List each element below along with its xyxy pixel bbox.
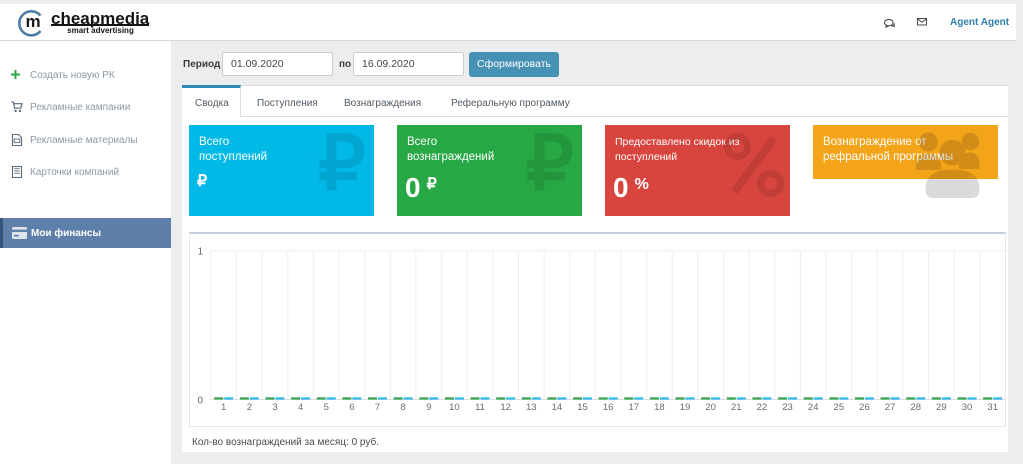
- svg-text:25: 25: [834, 402, 845, 413]
- svg-text:21: 21: [731, 402, 742, 413]
- svg-text:7: 7: [375, 402, 380, 413]
- svg-text:5: 5: [324, 402, 329, 413]
- svg-text:10: 10: [449, 402, 460, 413]
- svg-text:30: 30: [962, 402, 973, 413]
- svg-text:20: 20: [705, 402, 716, 413]
- svg-text:26: 26: [859, 402, 870, 413]
- svg-text:3: 3: [272, 402, 277, 413]
- svg-text:24: 24: [808, 402, 819, 413]
- svg-text:4: 4: [298, 402, 303, 413]
- svg-text:29: 29: [936, 402, 947, 413]
- svg-text:14: 14: [552, 402, 563, 413]
- svg-text:15: 15: [577, 402, 588, 413]
- svg-text:17: 17: [629, 402, 640, 413]
- svg-text:8: 8: [400, 402, 405, 413]
- svg-text:19: 19: [680, 402, 691, 413]
- svg-text:11: 11: [475, 402, 485, 413]
- svg-text:22: 22: [757, 402, 768, 413]
- svg-text:12: 12: [500, 402, 511, 413]
- svg-text:0: 0: [197, 396, 203, 407]
- svg-text:2: 2: [247, 402, 252, 413]
- svg-text:1: 1: [221, 402, 226, 413]
- svg-text:16: 16: [603, 402, 614, 413]
- svg-text:28: 28: [910, 402, 921, 413]
- svg-text:9: 9: [426, 402, 431, 413]
- svg-text:1: 1: [197, 247, 203, 258]
- svg-text:6: 6: [349, 402, 354, 413]
- svg-text:31: 31: [987, 402, 998, 413]
- svg-text:27: 27: [885, 402, 896, 413]
- svg-text:18: 18: [654, 402, 665, 413]
- svg-text:23: 23: [782, 402, 793, 413]
- svg-text:13: 13: [526, 402, 537, 413]
